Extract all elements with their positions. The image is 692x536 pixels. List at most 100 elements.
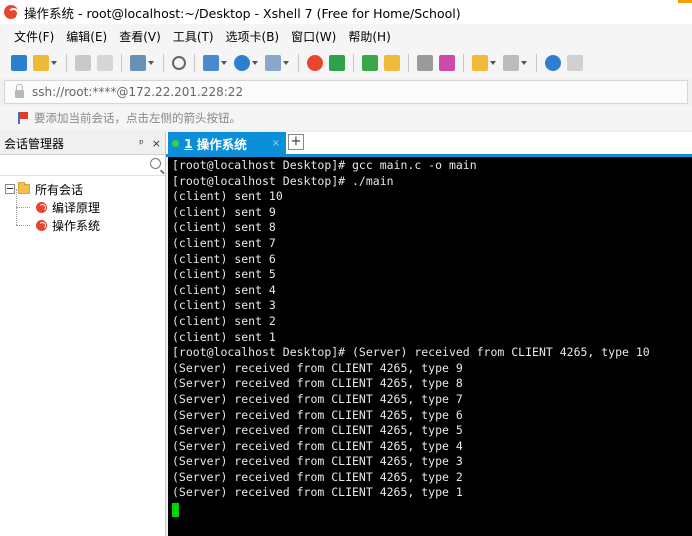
collapse-icon[interactable]: [5, 184, 15, 194]
tab-strip: 1 操作系统 × +: [166, 132, 692, 157]
font-icon[interactable]: [265, 55, 281, 71]
chevron-down-icon[interactable]: [51, 61, 57, 65]
highlight-icon[interactable]: [439, 55, 455, 71]
tab-active-session[interactable]: 1 操作系统 ×: [168, 132, 286, 154]
globe-icon[interactable]: [234, 55, 250, 71]
terminal-line: (Server) received from CLIENT 4265, type…: [172, 376, 463, 391]
terminal-line: (client) sent 7: [172, 235, 276, 250]
terminal-line: (client) sent 2: [172, 313, 276, 328]
menu-window[interactable]: 窗口(W): [285, 28, 342, 45]
menu-view[interactable]: 查看(V): [113, 28, 167, 45]
terminal-line: [root@localhost Desktop]# gcc main.c -o …: [172, 158, 477, 172]
session-manager-panel: 会话管理器 ᵖ × 所有会话 编译原理 操作系统: [0, 132, 166, 536]
toolbar-separator: [163, 54, 164, 72]
tree-item-label: 编译原理: [52, 200, 101, 215]
transfer-icon[interactable]: [203, 55, 219, 71]
chevron-down-icon[interactable]: [283, 61, 289, 65]
session-search-input[interactable]: [0, 155, 165, 176]
fullscreen-icon[interactable]: [362, 55, 378, 71]
toolbar: [0, 48, 692, 78]
window-corner-accent: [678, 0, 692, 3]
tree-item-session[interactable]: 操作系统: [0, 207, 165, 234]
terminal-line: (Server) received from CLIENT 4265, type…: [172, 423, 463, 438]
chevron-down-icon[interactable]: [148, 61, 154, 65]
tab-index: 1: [184, 135, 193, 151]
xshell-app-icon: [4, 5, 19, 19]
toolbar-separator: [194, 54, 195, 72]
window-title: 操作系统 - root@localhost:~/Desktop - Xshell…: [24, 5, 461, 21]
lock-icon[interactable]: [384, 55, 400, 71]
terminal-line: (client) sent 10: [172, 189, 283, 204]
tree-item-label: 操作系统: [52, 218, 101, 233]
open-folder-icon[interactable]: [33, 55, 49, 71]
terminal-output[interactable]: [root@localhost Desktop]# gcc main.c -o …: [168, 157, 692, 536]
new-session-icon[interactable]: [11, 55, 27, 71]
terminal-line: (client) sent 1: [172, 329, 276, 344]
properties-icon[interactable]: [130, 55, 146, 71]
terminal-line: (client) sent 6: [172, 251, 276, 266]
link-icon[interactable]: [75, 55, 91, 71]
terminal-line: (client) sent 4: [172, 282, 276, 297]
terminal-line: (Server) received from CLIENT 4265, type…: [172, 485, 463, 500]
xshell-icon[interactable]: [307, 55, 323, 71]
toolbar-separator: [298, 54, 299, 72]
title-bar: 操作系统 - root@localhost:~/Desktop - Xshell…: [0, 0, 692, 24]
menu-edit[interactable]: 编辑(E): [60, 28, 113, 45]
toolbar-separator: [121, 54, 122, 72]
terminal-line: (Server) received from CLIENT 4265, type…: [172, 469, 463, 484]
unlink-icon[interactable]: [97, 55, 113, 71]
session-manager-header: 会话管理器 ᵖ ×: [0, 132, 165, 155]
address-url[interactable]: ssh://root:****@172.22.201.228:22: [32, 85, 243, 99]
flag-icon[interactable]: [18, 112, 28, 124]
terminal-cursor: [172, 503, 179, 518]
menu-file[interactable]: 文件(F): [8, 28, 60, 45]
address-bar[interactable]: ssh://root:****@172.22.201.228:22: [4, 80, 688, 104]
toolbar-separator: [536, 54, 537, 72]
terminal-line: (client) sent 8: [172, 220, 276, 235]
session-icon: [36, 201, 47, 213]
menu-bar: 文件(F) 编辑(E) 查看(V) 工具(T) 选项卡(B) 窗口(W) 帮助(…: [0, 24, 692, 48]
search-icon[interactable]: [150, 158, 161, 169]
toolbar-separator: [463, 54, 464, 72]
close-icon[interactable]: ×: [272, 138, 280, 149]
terminal-line: (Server) received from CLIENT 4265, type…: [172, 438, 463, 453]
chevron-down-icon[interactable]: [221, 61, 227, 65]
menu-help[interactable]: 帮助(H): [342, 28, 396, 45]
pin-icon[interactable]: ᵖ: [139, 137, 144, 150]
help-icon[interactable]: [545, 55, 561, 71]
menu-tabs[interactable]: 选项卡(B): [220, 28, 286, 45]
session-manager-title: 会话管理器: [4, 136, 65, 151]
hint-text: 要添加当前会话，点击左侧的箭头按钮。: [34, 111, 241, 125]
compose-icon[interactable]: [472, 55, 488, 71]
xftp-icon[interactable]: [329, 55, 345, 71]
find-icon[interactable]: [172, 56, 186, 70]
chevron-down-icon[interactable]: [521, 61, 527, 65]
tree-item-session[interactable]: 编译原理: [0, 189, 165, 216]
terminal-line: [root@localhost Desktop]# ./main: [172, 173, 394, 188]
session-icon: [36, 219, 47, 231]
toolbar-separator: [353, 54, 354, 72]
session-tree: 所有会话 编译原理 操作系统: [0, 176, 165, 234]
terminal-line: [root@localhost Desktop]# (Server) recei…: [172, 345, 650, 360]
terminal-line: (Server) received from CLIENT 4265, type…: [172, 391, 463, 406]
new-tab-button[interactable]: +: [288, 134, 304, 150]
tree-root-label: 所有会话: [35, 182, 84, 197]
toolbar-separator: [408, 54, 409, 72]
connected-status-icon: [172, 139, 179, 147]
terminal-line: (Server) received from CLIENT 4265, type…: [172, 407, 463, 422]
chevron-down-icon[interactable]: [252, 61, 258, 65]
chevron-down-icon[interactable]: [490, 61, 496, 65]
terminal-line: (Server) received from CLIENT 4265, type…: [172, 454, 463, 469]
hint-bar: 要添加当前会话，点击左侧的箭头按钮。: [0, 106, 692, 130]
terminal-line: (client) sent 3: [172, 298, 276, 313]
chat-icon[interactable]: [567, 55, 583, 71]
tab-label: 操作系统: [196, 136, 247, 152]
terminal-line: (Server) received from CLIENT 4265, type…: [172, 360, 463, 375]
close-icon[interactable]: ×: [152, 137, 161, 150]
keyboard-icon[interactable]: [417, 55, 433, 71]
layout-icon[interactable]: [503, 55, 519, 71]
terminal-line: (client) sent 9: [172, 204, 276, 219]
tree-root[interactable]: 所有会话: [0, 180, 165, 198]
menu-tools[interactable]: 工具(T): [167, 28, 220, 45]
terminal-line: (client) sent 5: [172, 267, 276, 282]
